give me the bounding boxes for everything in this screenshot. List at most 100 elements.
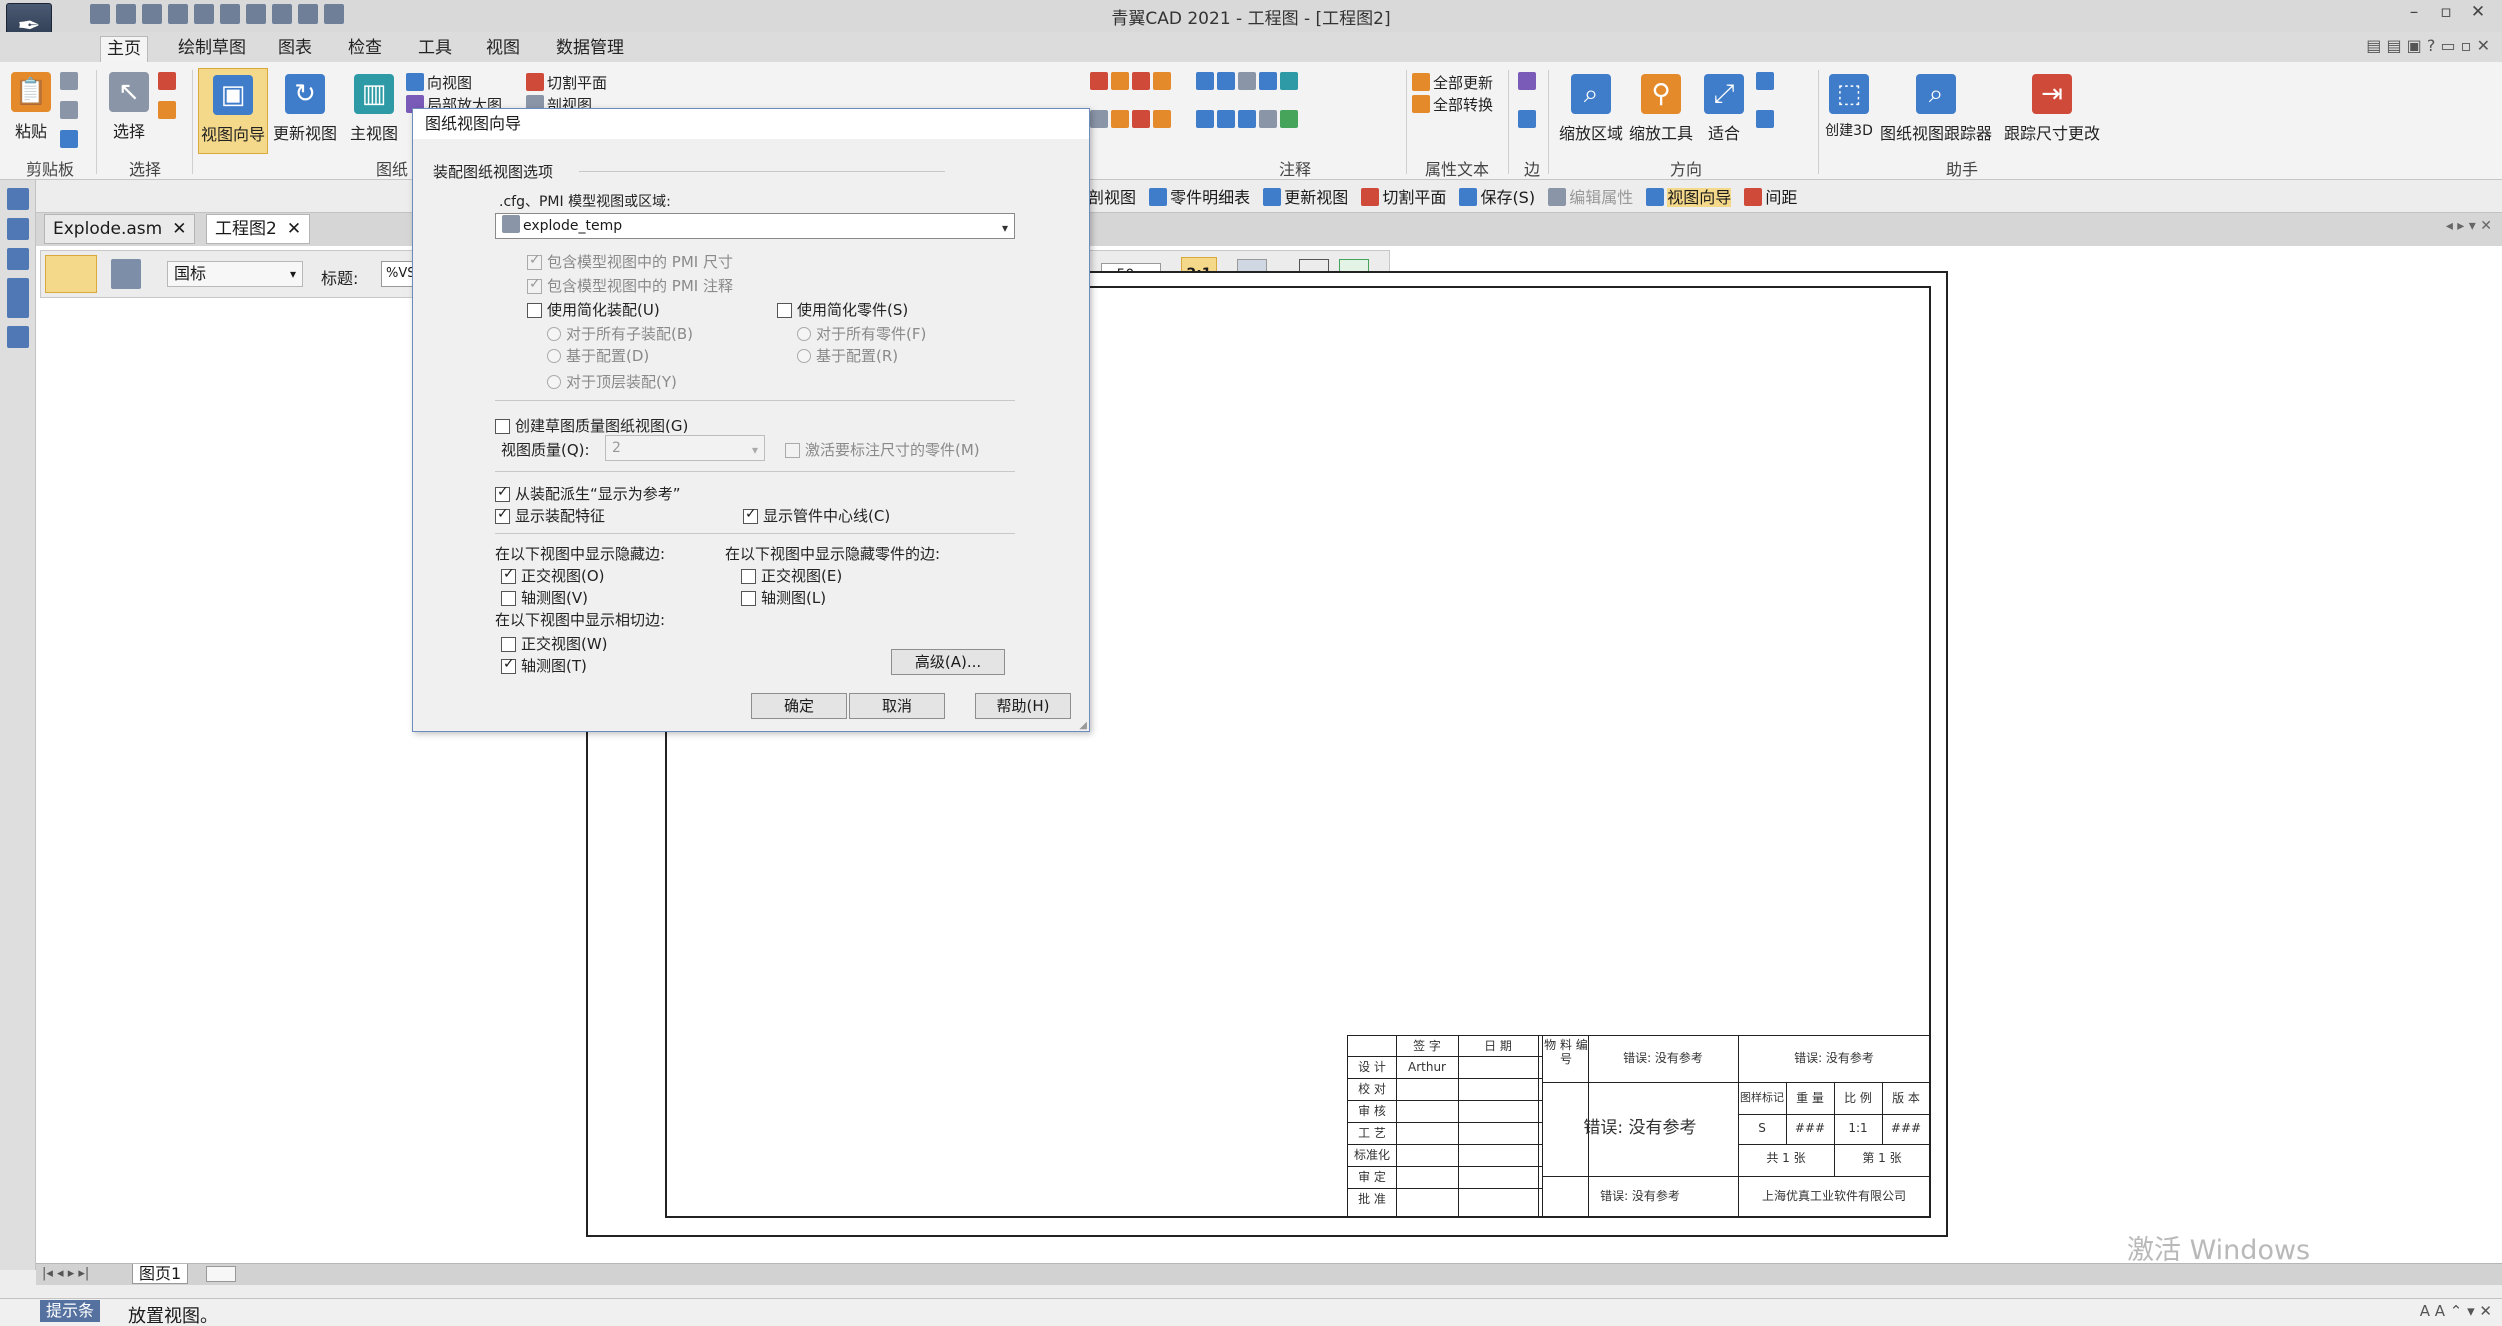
tab-chart[interactable]: 图表 [272,36,318,62]
cmd-cut-view[interactable]: 剖视图 [1088,188,1136,207]
edge-icons[interactable] [1518,72,1542,152]
ortho-o-checkbox[interactable]: 正交视图(O) [501,565,605,586]
help-button[interactable]: 帮助(H) [975,693,1071,719]
sheet-nav-icons[interactable]: |◂ ◂ ▸ ▸| [42,1266,89,1281]
simplified-asm-checkbox[interactable]: 使用简化装配(U) [527,299,660,320]
wizard-mode-icon[interactable] [45,255,97,293]
view-tracker-button[interactable]: ⌕ 图纸视图跟踪器 [1876,68,1996,154]
ok-button[interactable]: 确定 [751,693,847,719]
annotation-icons[interactable] [1196,72,1376,152]
pmi-notes-checkbox[interactable]: 包含模型视图中的 PMI 注释 [527,275,733,296]
panel-icon[interactable] [6,188,29,210]
update-all-button[interactable]: 全部更新 [1412,72,1493,93]
doc-tab-label: Explode.asm [53,219,163,239]
select-small-icons[interactable] [158,72,188,152]
section-label: 装配图纸视图选项 [433,163,554,181]
paste-button[interactable]: 📋 粘贴 [6,66,56,156]
activate-dim-checkbox[interactable]: 激活要标注尺寸的零件(M) [785,439,980,460]
derive-ref-checkbox[interactable]: 从装配派生“显示为参考” [495,483,681,504]
view-wizard-label: 视图向导 [200,125,265,144]
cmd-edit-props[interactable]: 编辑属性 [1569,188,1633,207]
panel-icon[interactable] [6,278,29,318]
tb-process: 工 艺 [1358,1126,1386,1140]
maximize-button[interactable]: ▫ [2430,2,2462,22]
tab-data-management[interactable]: 数据管理 [550,36,630,62]
tab-tools[interactable]: 工具 [412,36,458,62]
simplified-part-checkbox[interactable]: 使用简化零件(S) [777,299,908,320]
cancel-button[interactable]: 取消 [849,693,945,719]
view-wizard-button[interactable]: ▣ 视图向导 [198,68,268,154]
convert-all-button[interactable]: 全部转换 [1412,94,1493,115]
all-subasm-radio[interactable]: 对于所有子装配(B) [547,323,693,344]
show-features-checkbox[interactable]: 显示装配特征 [495,505,605,526]
cmd-section-plane[interactable]: 切割平面 [1382,188,1446,207]
close-icon[interactable]: ✕ [287,219,301,239]
clipboard-small-icons[interactable] [60,72,90,152]
view-small-icons[interactable] [1756,72,1780,152]
command-bar: 剖视图 零件明细表 更新视图 切割平面 保存(S) 编辑属性 视图向导 间距 [1088,184,1797,208]
doc-tab-drawing2[interactable]: 工程图2 ✕ [206,214,311,244]
tab-home[interactable]: 主页 [100,36,148,62]
cmd-update-view[interactable]: 更新视图 [1284,188,1348,207]
all-parts-radio[interactable]: 对于所有零件(F) [797,323,926,344]
help-icons[interactable]: ▤ ▤ ▣ ? ▭ ▫ ✕ [2340,36,2490,60]
create-3d-button[interactable]: ⬚ 创建3D [1824,68,1874,158]
show-centerline-checkbox[interactable]: 显示管件中心线(C) [743,505,890,526]
select-button[interactable]: ↖ 选择 [104,66,154,156]
resize-grip-icon[interactable]: ◢ [1079,720,1087,731]
cmd-parts-list[interactable]: 零件明细表 [1170,188,1250,207]
hint-text: 放置视图。 [128,1306,218,1326]
zoom-area-button[interactable]: ⌕ 缩放区域 [1556,68,1626,154]
tb-review: 审 核 [1358,1104,1386,1118]
iso-t-checkbox[interactable]: 轴测图(T) [501,655,587,676]
track-changes-button[interactable]: ⇥ 跟踪尺寸更改 [1996,68,2108,154]
ribbon-misc-icons[interactable] [1090,72,1190,152]
cfg-value: explode_temp [523,218,623,234]
doc-tab-explode[interactable]: Explode.asm ✕ [44,214,196,244]
tb-scale-val: 1:1 [1848,1121,1868,1135]
tab-sketch[interactable]: 绘制草图 [172,36,252,62]
tab-view[interactable]: 视图 [480,36,526,62]
cfg-dropdown[interactable]: explode_temp ▾ [495,213,1015,239]
tab-inspect[interactable]: 检查 [342,36,388,62]
fit-button[interactable]: ⤢ 适合 [1696,68,1752,154]
tab-scroll-icons[interactable]: ◂ ▸ ▾ ✕ [2446,218,2492,234]
advanced-button[interactable]: 高级(A)... [891,649,1005,675]
by-config-radio[interactable]: 基于配置(D) [547,345,649,366]
help-panel-icon[interactable] [6,326,29,348]
ortho-w-checkbox[interactable]: 正交视图(W) [501,633,608,654]
status-right-icons[interactable]: A A ⌃ ▾ ✕ [2420,1302,2492,1320]
update-view-button[interactable]: ↻ 更新视图 [270,68,340,154]
close-button[interactable]: ✕ [2462,2,2494,22]
zoom-tool-button[interactable]: ⚲ 缩放工具 [1626,68,1696,154]
pmi-dims-checkbox[interactable]: 包含模型视图中的 PMI 尺寸 [527,251,733,272]
group-assistant: 助手 [1945,160,1978,179]
iso-v-checkbox[interactable]: 轴测图(V) [501,587,588,608]
standard-dropdown[interactable]: 国标 ▾ [167,261,303,287]
iso-l-checkbox[interactable]: 轴测图(L) [741,587,826,608]
window-title: 青翼CAD 2021 - 工程图 - [工程图2] [1111,9,1391,29]
by-config2-radio[interactable]: 基于配置(R) [797,345,898,366]
zoom-area-label: 缩放区域 [1558,124,1623,143]
cmd-view-wizard[interactable]: 视图向导 [1667,188,1732,207]
panel-icon[interactable] [6,218,29,240]
panel-icon[interactable] [6,248,29,270]
grid-icon[interactable] [111,259,141,289]
convert-all-label: 全部转换 [1433,96,1494,114]
fit-label: 适合 [1707,124,1740,143]
group-select: 选择 [128,160,161,179]
cmd-spacing[interactable]: 间距 [1765,188,1797,207]
ortho-e-checkbox[interactable]: 正交视图(E) [741,565,842,586]
cmd-save[interactable]: 保存(S) [1480,188,1535,207]
close-icon[interactable]: ✕ [172,219,186,239]
draft-quality-checkbox[interactable]: 创建草图质量图纸视图(G) [495,415,688,436]
view-quality-dropdown[interactable]: 2 ▾ [605,435,765,461]
main-view-button[interactable]: ▥ 主视图 [344,68,404,154]
to-view-button[interactable]: 向视图 [406,72,472,93]
sheet-tab-page1[interactable]: 图页1 [132,1264,189,1284]
section-plane-button[interactable]: 切割平面 [526,72,607,93]
hint-label: 提示条 [40,1300,101,1322]
minimize-button[interactable]: – [2398,2,2430,22]
top-asm-radio[interactable]: 对于顶层装配(Y) [547,371,677,392]
new-sheet-icon[interactable] [206,1266,236,1282]
